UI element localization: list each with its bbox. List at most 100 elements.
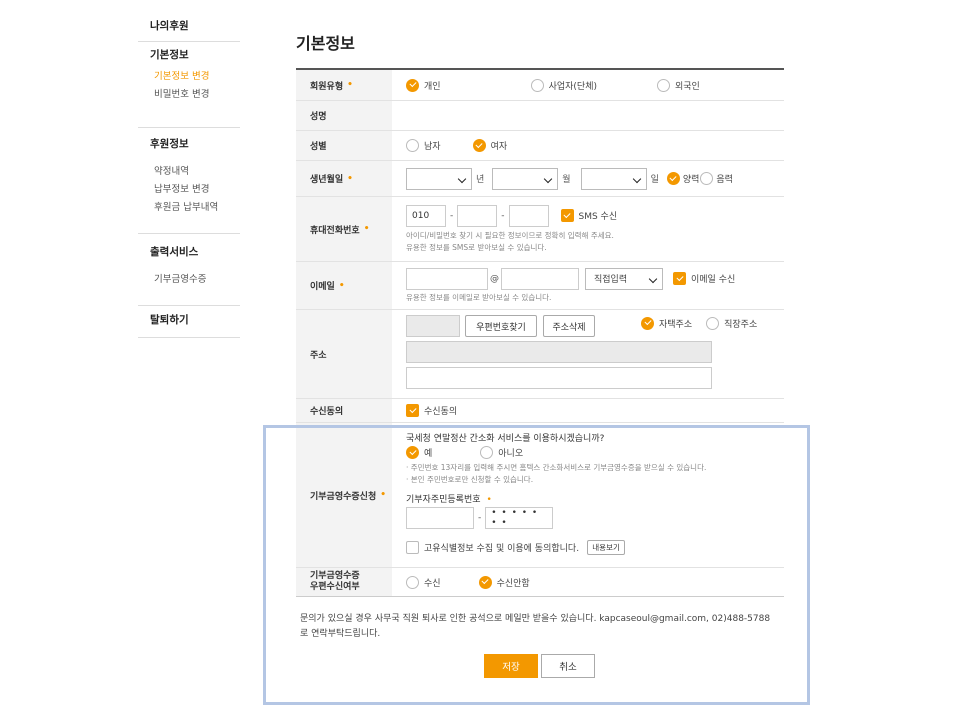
radio-female-label: 여자 bbox=[490, 142, 508, 152]
postal-label-line1: 기부금영수증 bbox=[310, 571, 360, 581]
sidebar-item-basic-info-change[interactable]: 기본정보 변경 bbox=[154, 68, 240, 86]
email-at: @ bbox=[490, 273, 499, 284]
email-domain-input[interactable] bbox=[501, 267, 579, 290]
email-hint: 유용한 정보를 이메일로 받아보실 수 있습니다. bbox=[406, 292, 552, 302]
sidebar-title-my-donation[interactable]: 나의후원 bbox=[138, 14, 240, 39]
consent-checkbox-label: 수신동의 bbox=[424, 407, 458, 417]
unique-id-agree-checkbox[interactable] bbox=[406, 541, 419, 554]
sidebar-section-donation-info: 후원정보 약정내역 납부정보 변경 후원금 납부내역 bbox=[138, 128, 240, 234]
radio-postal-no-receive-label: 수신안함 bbox=[496, 578, 530, 589]
consent-label: 수신동의 bbox=[310, 407, 344, 417]
sidebar-section-basic-info: 기본정보 기본정보 변경 비밀번호 변경 bbox=[138, 42, 240, 128]
radio-individual[interactable] bbox=[406, 78, 419, 92]
radio-receipt-no-label: 아니오 bbox=[498, 449, 524, 459]
radio-solar[interactable] bbox=[666, 172, 680, 185]
radio-postal-no-receive[interactable] bbox=[478, 575, 492, 589]
row-member-type: 회원유형 • 개인 사업자(단체) 외국인 bbox=[296, 70, 784, 101]
day-unit: 일 bbox=[650, 175, 659, 185]
birth-year-select[interactable] bbox=[406, 167, 472, 190]
required-mark: • bbox=[363, 224, 370, 234]
radio-male[interactable] bbox=[406, 139, 419, 152]
row-gender: 성별 남자 여자 bbox=[296, 131, 784, 161]
email-domain-select-value: 직접입력 bbox=[594, 275, 628, 285]
radio-work-address-label: 직장주소 bbox=[724, 319, 758, 330]
radio-home-address-label: 자택주소 bbox=[659, 319, 693, 330]
phone-dash: - bbox=[450, 210, 454, 221]
address-main-input[interactable] bbox=[406, 341, 712, 363]
sidebar-item-donation-receipt[interactable]: 기부금영수증 bbox=[154, 271, 240, 289]
sms-checkbox-label: SMS 수신 bbox=[578, 212, 618, 222]
find-zipcode-button[interactable]: 우편번호찾기 bbox=[465, 315, 537, 337]
radio-lunar-label: 음력 bbox=[716, 175, 733, 185]
save-button[interactable]: 저장 bbox=[484, 654, 538, 678]
chevron-down-icon bbox=[457, 174, 467, 183]
radio-female[interactable] bbox=[472, 139, 486, 152]
sidebar-section-my-donation: 나의후원 bbox=[138, 14, 240, 42]
birth-label: 생년월일 bbox=[310, 175, 344, 185]
receipt-note-1: · 주민번호 13자리를 입력해 주시면 홈텍스 간소화서비스로 기부금영수증을… bbox=[406, 463, 707, 472]
row-consent: 수신동의 수신동의 bbox=[296, 399, 784, 423]
required-mark: • bbox=[347, 80, 353, 90]
sidebar-section-print-service: 출력서비스 기부금영수증 bbox=[138, 234, 240, 306]
row-receipt: 기부금영수증신청 • 국세청 연말정산 간소화 서비스를 이용하시겠습니까? 예 … bbox=[296, 423, 784, 568]
year-unit: 년 bbox=[476, 175, 485, 185]
email-domain-select[interactable]: 직접입력 bbox=[585, 267, 663, 290]
phone-dash: - bbox=[501, 210, 505, 221]
sidebar-item-pledge-history[interactable]: 약정내역 bbox=[154, 163, 240, 181]
contact-notice: 문의가 있으실 경우 사무국 직원 퇴사로 인한 공석으로 메일만 받을수 있습… bbox=[300, 614, 771, 639]
email-receive-label: 이메일 수신 bbox=[691, 275, 736, 285]
radio-postal-receive[interactable] bbox=[406, 575, 419, 589]
member-type-label: 회원유형 bbox=[310, 81, 344, 92]
sidebar-title-donation-info[interactable]: 후원정보 bbox=[138, 128, 240, 157]
sidebar-item-payment-history[interactable]: 후원금 납부내역 bbox=[154, 199, 240, 217]
radio-home-address[interactable] bbox=[641, 316, 654, 330]
ssn-back-input[interactable]: • • • • • • • bbox=[485, 507, 554, 529]
sms-checkbox[interactable] bbox=[560, 209, 574, 222]
row-name: 성명 bbox=[296, 101, 784, 131]
sidebar: 나의후원 기본정보 기본정보 변경 비밀번호 변경 후원정보 약정내역 납부정보… bbox=[138, 14, 240, 338]
phone-part1-input[interactable]: 010 bbox=[406, 204, 446, 227]
address-label: 주소 bbox=[310, 350, 327, 361]
radio-lunar[interactable] bbox=[700, 172, 714, 185]
ssn-front-input[interactable] bbox=[406, 507, 474, 529]
required-mark: • bbox=[380, 490, 387, 500]
cancel-button[interactable]: 취소 bbox=[541, 654, 595, 678]
receipt-label: 기부금영수증신청 bbox=[310, 491, 377, 502]
delete-address-button[interactable]: 주소삭제 bbox=[543, 315, 595, 337]
ssn-dash: - bbox=[478, 513, 482, 523]
name-label: 성명 bbox=[310, 112, 327, 122]
radio-receipt-yes[interactable] bbox=[406, 446, 419, 459]
address-detail-input[interactable] bbox=[406, 367, 712, 389]
zipcode-input[interactable] bbox=[406, 315, 460, 337]
sidebar-section-withdraw: 탈퇴하기 bbox=[138, 306, 240, 338]
row-birth: 생년월일 • 년 월 일 양력 음력 bbox=[296, 161, 784, 197]
birth-day-select[interactable] bbox=[580, 167, 647, 190]
row-phone: 휴대전화번호 • 010 - - SMS 수신 아이디/비밀번호 찾기 시 필요한… bbox=[296, 197, 784, 262]
view-content-button[interactable]: 내용보기 bbox=[587, 540, 626, 555]
radio-foreigner[interactable] bbox=[657, 78, 670, 92]
month-unit: 월 bbox=[562, 175, 571, 185]
row-address: 주소 우편번호찾기 주소삭제 자택주소 직장주소 bbox=[296, 310, 784, 399]
radio-business-label: 사업자(단체) bbox=[548, 81, 597, 92]
receipt-note-2: · 본인 주민번호로만 신청할 수 있습니다. bbox=[406, 475, 534, 484]
required-mark: • bbox=[347, 173, 353, 184]
phone-part3-input[interactable] bbox=[508, 204, 549, 227]
ssn-label: 기부자주민등록번호 bbox=[406, 495, 481, 505]
radio-foreigner-label: 외국인 bbox=[675, 81, 700, 92]
radio-receipt-no[interactable] bbox=[480, 446, 494, 459]
sidebar-title-basic-info[interactable]: 기본정보 bbox=[138, 42, 240, 68]
sidebar-title-print-service[interactable]: 출력서비스 bbox=[138, 234, 240, 265]
email-label: 이메일 bbox=[310, 282, 335, 292]
email-receive-checkbox[interactable] bbox=[673, 272, 686, 285]
sidebar-item-payment-change[interactable]: 납부정보 변경 bbox=[154, 181, 240, 199]
birth-month-select[interactable] bbox=[492, 167, 559, 190]
sidebar-title-withdraw[interactable]: 탈퇴하기 bbox=[138, 306, 240, 333]
radio-business[interactable] bbox=[530, 78, 544, 92]
phone-part2-input[interactable] bbox=[457, 204, 498, 227]
email-id-input[interactable] bbox=[406, 267, 488, 290]
radio-solar-label: 양력 bbox=[682, 175, 700, 185]
phone-hint-1: 아이디/비밀번호 찾기 시 필요한 정보이므로 정확히 입력해 주세요. bbox=[406, 230, 614, 240]
radio-work-address[interactable] bbox=[706, 316, 720, 330]
sidebar-item-password-change[interactable]: 비밀번호 변경 bbox=[154, 86, 240, 104]
consent-checkbox[interactable] bbox=[406, 404, 419, 417]
